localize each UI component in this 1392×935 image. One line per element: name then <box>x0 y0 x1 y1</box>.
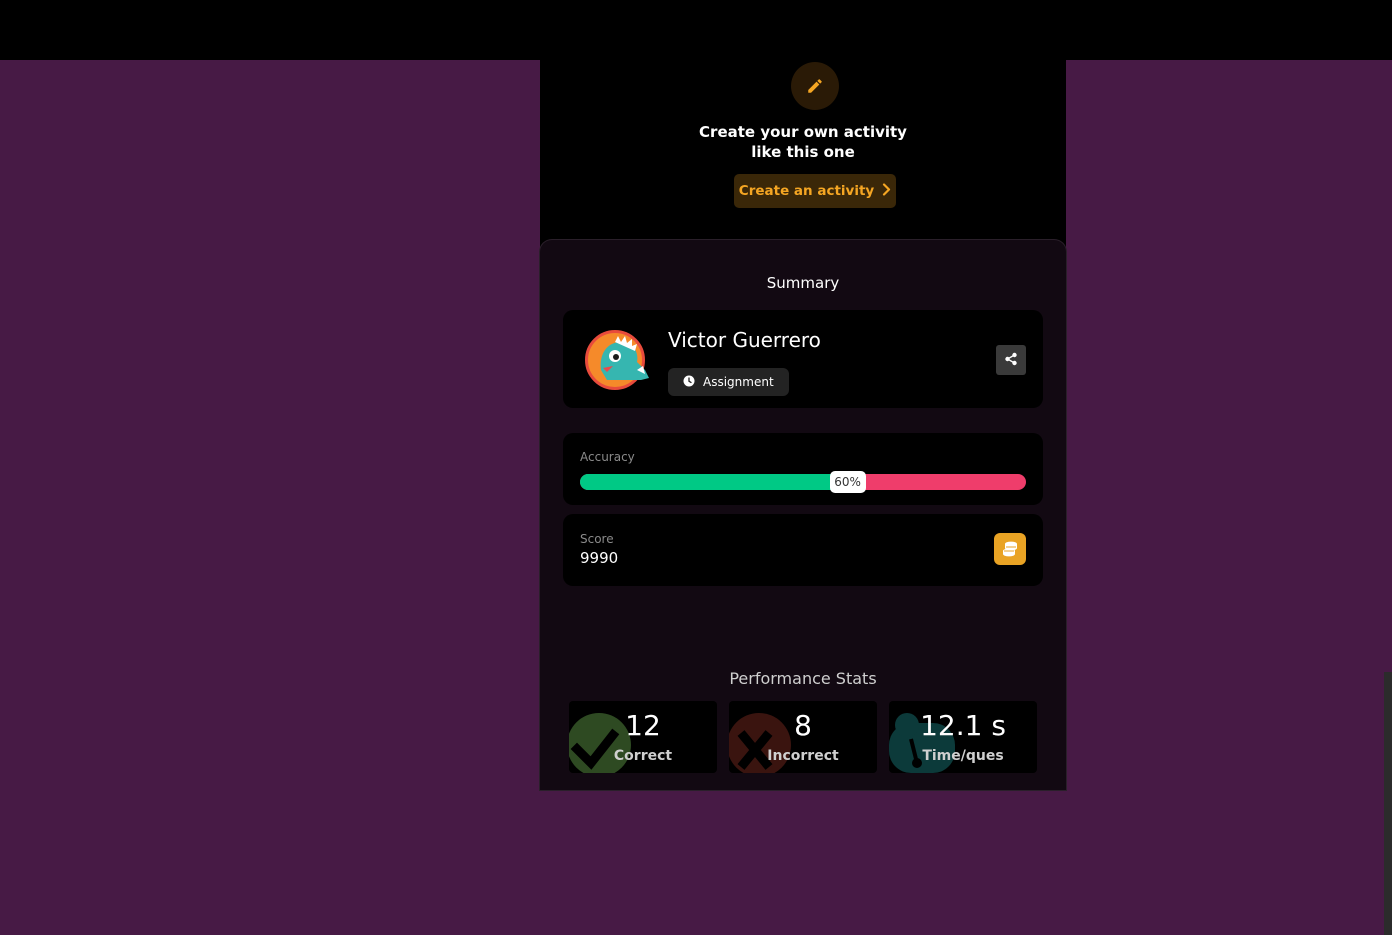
accuracy-card: Accuracy 60% <box>563 433 1043 505</box>
accuracy-label: Accuracy <box>580 450 635 464</box>
incorrect-label: Incorrect <box>767 748 839 764</box>
chevron-right-icon <box>882 182 891 200</box>
create-activity-prompt: Create your own activity like this one <box>540 122 1066 162</box>
share-button[interactable] <box>996 345 1026 375</box>
results-panel: Create your own activity like this one C… <box>540 60 1066 790</box>
correct-label: Correct <box>613 748 673 764</box>
stat-incorrect: 8 Incorrect <box>729 701 877 773</box>
summary-title: Summary <box>766 274 840 292</box>
accuracy-bar <box>580 474 1026 490</box>
share-icon <box>1004 351 1018 370</box>
summary-card: Summary Victor Guerrero Assignment Accur… <box>540 240 1066 790</box>
scrollbar[interactable] <box>1384 672 1392 935</box>
time-per-question-label: Time/ques <box>922 748 1004 764</box>
top-bar <box>0 0 1392 60</box>
player-card: Victor Guerrero Assignment <box>563 310 1043 408</box>
assignment-label: Assignment <box>703 375 774 389</box>
score-card: Score 9990 <box>563 514 1043 586</box>
coins-icon <box>994 533 1026 565</box>
pencil-icon <box>791 62 839 110</box>
create-activity-label: Create an activity <box>738 183 875 199</box>
clock-icon <box>683 375 695 390</box>
stat-time-per-question: 12.1 s Time/ques <box>889 701 1037 773</box>
time-per-question-value: 12.1 s <box>920 709 1006 742</box>
cta-line-1: Create your own activity <box>699 123 907 141</box>
performance-title: Performance Stats <box>729 669 877 688</box>
cta-line-2: like this one <box>751 143 855 161</box>
score-label: Score <box>580 532 614 546</box>
player-name: Victor Guerrero <box>668 328 821 352</box>
accuracy-bar-fill <box>580 474 848 490</box>
create-activity-button[interactable]: Create an activity <box>734 174 896 208</box>
score-value: 9990 <box>580 549 619 567</box>
correct-count: 12 <box>625 709 661 742</box>
stat-correct: 12 Correct <box>569 701 717 773</box>
assignment-badge: Assignment <box>668 368 789 396</box>
incorrect-count: 8 <box>794 709 812 742</box>
avatar <box>585 330 649 390</box>
accuracy-percent-badge: 60% <box>829 471 866 493</box>
